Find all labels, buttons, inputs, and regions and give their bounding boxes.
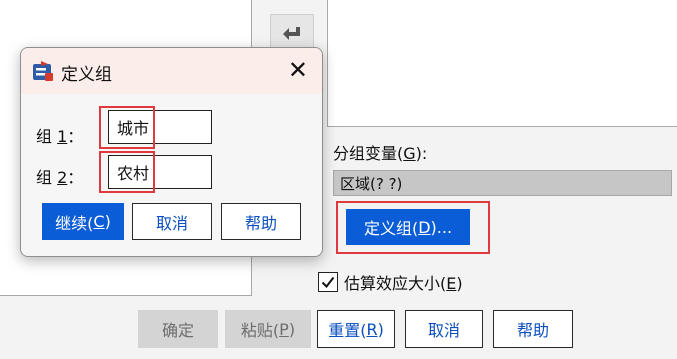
group2-highlight (99, 151, 155, 193)
dialog-title-bar: 定义组 ✕ (21, 48, 322, 94)
define-groups-dialog: 定义组 ✕ 组 1： 城市 组 2： 农村 继续(C) 取消 帮助 (20, 47, 323, 257)
dialog-title: 定义组 (61, 65, 112, 85)
group1-highlight (99, 106, 155, 149)
continue-button[interactable]: 继续(C) (42, 203, 124, 240)
group2-label: 组 2： (36, 168, 84, 187)
group1-label: 组 1： (36, 127, 84, 146)
close-icon[interactable]: ✕ (288, 56, 308, 84)
arrow-left-icon (283, 27, 300, 40)
define-groups-button[interactable]: 定义组(D)... (346, 209, 470, 245)
dialog-cancel-button[interactable]: 取消 (132, 203, 212, 240)
estimate-effect-size-label: 估算效应大小(E) (344, 274, 463, 293)
paste-button[interactable]: 粘贴(P) (225, 310, 311, 348)
dialog-help-button[interactable]: 帮助 (221, 203, 301, 240)
test-variable-list[interactable] (327, 0, 677, 127)
app-icon (33, 61, 53, 81)
grouping-variable-label: 分组变量(G): (333, 144, 428, 163)
estimate-effect-size-checkbox[interactable] (318, 272, 338, 292)
cancel-button[interactable]: 取消 (405, 310, 483, 348)
grouping-variable-field[interactable]: 区域(? ?) (333, 170, 672, 196)
reset-button[interactable]: 重置(R) (317, 310, 395, 348)
estimate-effect-size-option[interactable]: 估算效应大小(E) (318, 270, 463, 294)
ok-button[interactable]: 确定 (138, 310, 218, 348)
checkmark-icon (321, 276, 335, 289)
help-button[interactable]: 帮助 (493, 310, 573, 348)
